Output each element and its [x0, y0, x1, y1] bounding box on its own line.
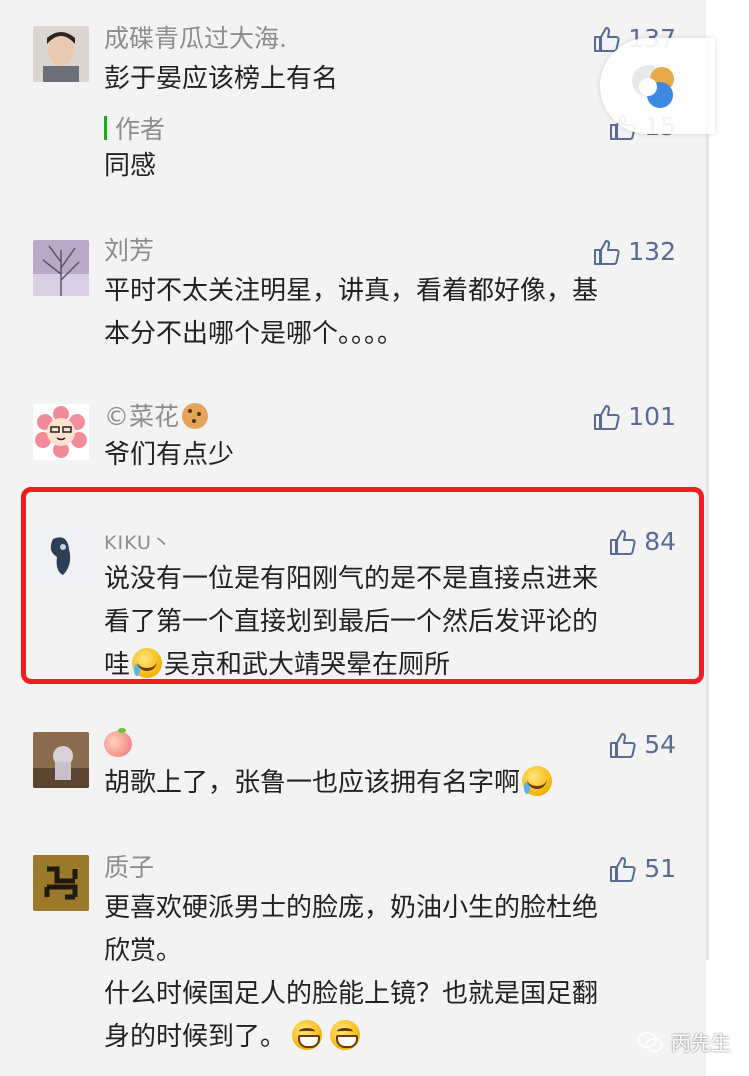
- comment-line: 身的时候到了。: [104, 1016, 674, 1059]
- author-label: 作者: [115, 115, 166, 144]
- like-button[interactable]: 51: [608, 854, 676, 884]
- thumbs-up-icon: [610, 733, 636, 758]
- highlight-box: [21, 487, 704, 684]
- thumbs-up-icon: [594, 405, 620, 430]
- avatar[interactable]: [33, 26, 89, 82]
- like-count: 54: [644, 730, 676, 759]
- avatar[interactable]: [33, 855, 89, 911]
- author-reply-text: 同感: [104, 145, 674, 188]
- comment-line-segment: 身的时候到了。: [104, 1022, 287, 1052]
- comment-line: 更喜欢硬派男士的脸庞，奶油小生的脸杜绝: [104, 893, 599, 923]
- avatar[interactable]: [33, 404, 89, 460]
- wechat-icon: [637, 1031, 663, 1052]
- comment-item: ©菜花 101 爷们有点少: [0, 390, 706, 480]
- comment-author-name[interactable]: 质子: [104, 853, 154, 883]
- comment-author-name[interactable]: 刘芳: [104, 236, 154, 266]
- comment-author-name[interactable]: ©菜花: [104, 402, 209, 432]
- comment-line: 胡歌上了，张鲁一也应该拥有名字啊: [104, 762, 674, 805]
- comment-line: 平时不太关注明星，讲真，看着都好像，基: [104, 276, 599, 306]
- thumbs-up-icon: [594, 240, 620, 265]
- comment-text: 胡歌上了，张鲁一也应该拥有名字啊: [104, 762, 674, 805]
- comment-text: 彭于晏应该榜上有名: [104, 58, 674, 101]
- comment-text: 平时不太关注明星，讲真，看着都好像，基 本分不出哪个是哪个。。。。: [104, 270, 674, 356]
- like-count: 132: [628, 237, 676, 266]
- author-indicator-bar: [104, 116, 107, 140]
- comment-line: 本分不出哪个是哪个。。。。: [104, 319, 404, 349]
- app-logo-icon: [632, 65, 674, 108]
- like-count: 51: [644, 854, 676, 883]
- watermark-text: 丙先生: [671, 1031, 731, 1055]
- reply-line: 同感: [104, 151, 157, 181]
- avatar[interactable]: [33, 240, 89, 296]
- peach-emoji-icon: [104, 728, 132, 757]
- right-gutter: [706, 0, 749, 1076]
- avatar[interactable]: [33, 732, 89, 788]
- comment-text: 爷们有点少: [104, 434, 674, 477]
- comment-item: 质子 51 更喜欢硬派男士的脸庞，奶油小生的脸杜绝 欣赏。 什么时候国足人的脸能…: [0, 835, 706, 1055]
- comment-item: 刘芳 132 平时不太关注明星，讲真，看着都好像，基 本分不出哪个是哪个。。。。: [0, 220, 706, 370]
- comment-line: 爷们有点少: [104, 440, 235, 470]
- grinning-emoji-icon: [330, 1020, 361, 1050]
- comment-line: 彭于晏应该榜上有名: [104, 64, 339, 94]
- comment-line: 欣赏。: [104, 936, 183, 966]
- author-reply-tag: 作者: [104, 110, 165, 146]
- like-button[interactable]: 132: [592, 237, 676, 267]
- like-button[interactable]: 101: [592, 402, 676, 432]
- comment-item: 54 胡歌上了，张鲁一也应该拥有名字啊: [0, 710, 706, 820]
- comment-text: 更喜欢硬派男士的脸庞，奶油小生的脸杜绝 欣赏。 什么时候国足人的脸能上镜？也就是…: [104, 887, 674, 1059]
- crying-laughing-emoji-icon: [522, 766, 553, 796]
- like-count: 101: [628, 402, 676, 431]
- cookie-emoji-icon: [182, 403, 209, 429]
- like-button[interactable]: 54: [608, 730, 676, 760]
- grinning-emoji-icon: [292, 1020, 323, 1050]
- comment-author-name[interactable]: [104, 728, 132, 760]
- watermark: 丙先生: [637, 1027, 731, 1056]
- thumbs-up-icon: [610, 857, 636, 882]
- comment-line-segment: 胡歌上了，张鲁一也应该拥有名字啊: [104, 768, 521, 798]
- comments-page: 成碟青瓜过大海. 137 彭于晏应该榜上有名 作者 15 同感: [0, 0, 749, 1076]
- author-name-text: ©菜花: [104, 402, 180, 431]
- comment-line: 什么时候国足人的脸能上镜？也就是国足翻: [104, 979, 599, 1009]
- comment-item: 成碟青瓜过大海. 137 彭于晏应该榜上有名 作者 15 同感: [0, 0, 706, 200]
- floating-action-button[interactable]: [600, 38, 715, 134]
- comment-author-name[interactable]: 成碟青瓜过大海.: [104, 24, 287, 54]
- scrollbar[interactable]: [706, 40, 709, 960]
